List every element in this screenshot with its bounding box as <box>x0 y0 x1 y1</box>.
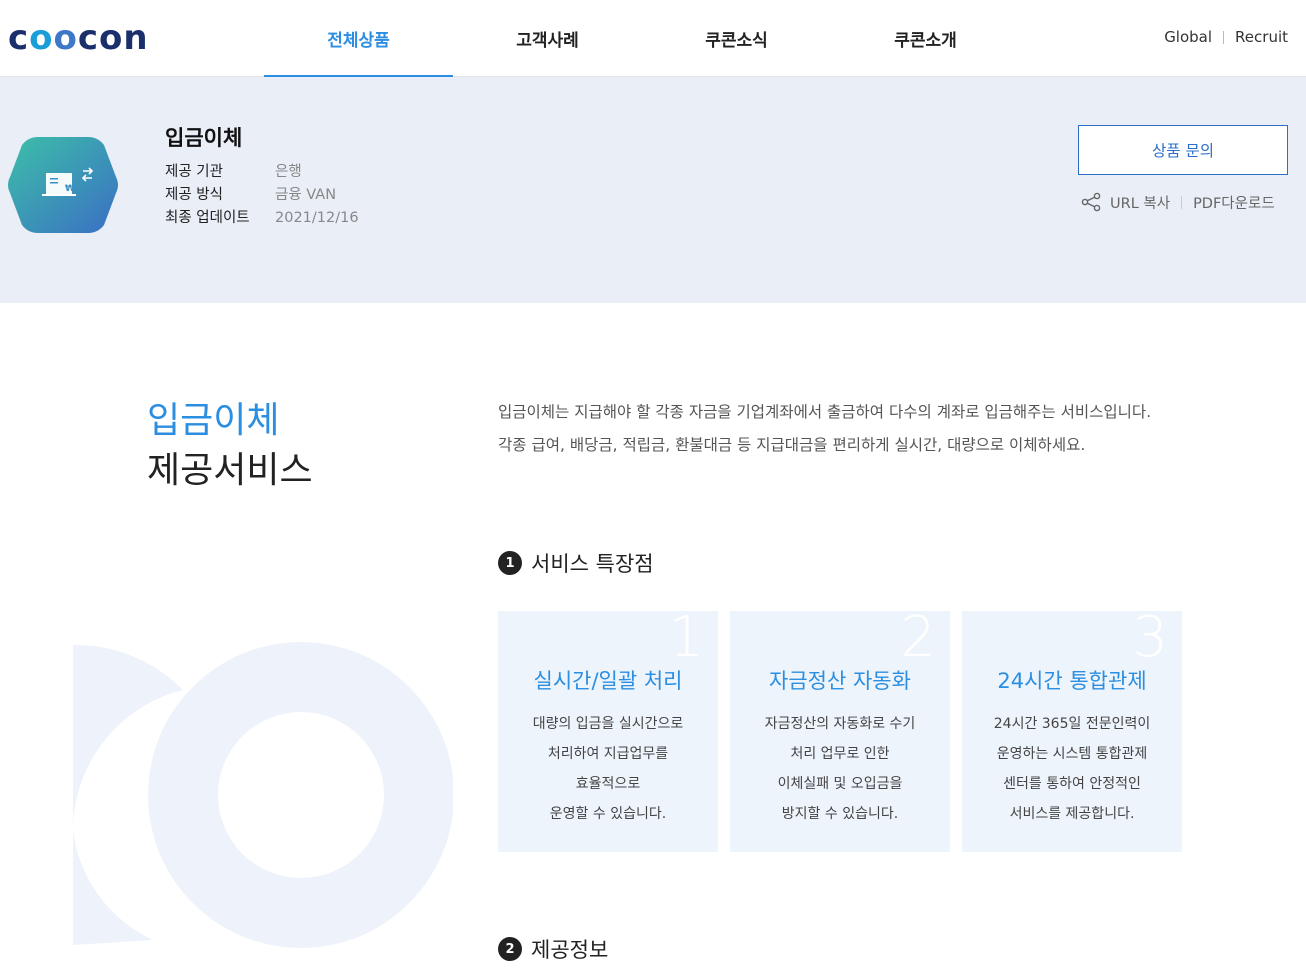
hexagon-transfer-icon: ₩ <box>8 137 118 233</box>
nav-customer-cases[interactable]: 고객사례 <box>453 0 642 77</box>
card-number: 3 <box>1132 605 1168 670</box>
section-info-heading: 2 제공정보 <box>498 934 608 964</box>
global-link[interactable]: Global <box>1164 28 1212 46</box>
feature-card: 3 24시간 통합관제 24시간 365일 전문인력이 운영하는 시스템 통합관… <box>962 605 1182 852</box>
section-number: 2 <box>498 937 522 961</box>
feature-card: 1 실시간/일괄 처리 대량의 입금을 실시간으로 처리하여 지급업무를 효율적… <box>498 605 718 852</box>
card-description: 대량의 입금을 실시간으로 처리하여 지급업무를 효율적으로 운영할 수 있습니… <box>532 716 684 822</box>
feature-cards: 1 실시간/일괄 처리 대량의 입금을 실시간으로 처리하여 지급업무를 효율적… <box>498 605 1182 852</box>
nav-all-products[interactable]: 전체상품 <box>264 0 453 78</box>
site-header: coocon 전체상품 고객사례 쿠콘소식 쿠콘소개 Global Recrui… <box>0 0 1306 78</box>
coocon-logo[interactable]: coocon <box>8 20 149 56</box>
product-banner: ₩ 입금이체 제공 기관 은행 제공 방식 금융 VAN 최종 업데이트 202… <box>0 77 1306 303</box>
service-heading-product: 입금이체 <box>147 400 280 441</box>
product-inquiry-button[interactable]: 상품 문의 <box>1078 125 1288 175</box>
card-number: 2 <box>900 605 936 670</box>
card-description: 24시간 365일 전문인력이 운영하는 시스템 통합관제 센터를 통하여 안정… <box>993 716 1151 822</box>
card-title: 실시간/일괄 처리 <box>533 669 683 693</box>
section-number: 1 <box>498 551 522 575</box>
meta-method: 제공 방식 금융 VAN <box>165 187 337 203</box>
service-intro: 입금이체는 지급해야 할 각종 자금을 기업계좌에서 출금하여 다수의 계좌로 … <box>498 403 1152 454</box>
utility-links: Global Recruit <box>1164 28 1288 46</box>
card-title: 자금정산 자동화 <box>769 669 911 693</box>
divider <box>1223 30 1225 44</box>
svg-text:₩: ₩ <box>65 184 75 194</box>
decorative-logo-shape <box>73 642 453 948</box>
product-title: 입금이체 <box>165 126 243 150</box>
nav-about[interactable]: 쿠콘소개 <box>831 0 1020 77</box>
pdf-download-link[interactable]: PDF다운로드 <box>1193 192 1275 213</box>
section-title: 서비스 특장점 <box>531 552 654 576</box>
url-copy-link[interactable]: URL 복사 <box>1110 192 1170 213</box>
service-heading: 입금이체 제공서비스 <box>147 396 313 496</box>
card-number: 1 <box>668 605 704 670</box>
share-actions: URL 복사 PDF다운로드 <box>1080 191 1275 213</box>
nav-news[interactable]: 쿠콘소식 <box>642 0 831 77</box>
card-description: 자금정산의 자동화로 수기 처리 업무로 인한 이체실패 및 오입금을 방지할 … <box>764 716 916 822</box>
section-title: 제공정보 <box>531 938 609 962</box>
service-heading-label: 제공서비스 <box>147 450 313 491</box>
product-meta: 제공 기관 은행 제공 방식 금융 VAN 최종 업데이트 2021/12/16 <box>165 161 359 230</box>
share-icon[interactable] <box>1080 191 1102 213</box>
main-nav: 전체상품 고객사례 쿠콘소식 쿠콘소개 <box>264 0 1020 78</box>
card-title: 24시간 통합관제 <box>997 669 1147 693</box>
meta-provider: 제공 기관 은행 <box>165 164 302 180</box>
divider <box>1181 195 1183 209</box>
meta-updated: 최종 업데이트 2021/12/16 <box>165 210 359 226</box>
section-features-heading: 1 서비스 특장점 <box>498 548 654 578</box>
feature-card: 2 자금정산 자동화 자금정산의 자동화로 수기 처리 업무로 인한 이체실패 … <box>730 605 950 852</box>
recruit-link[interactable]: Recruit <box>1235 28 1288 46</box>
